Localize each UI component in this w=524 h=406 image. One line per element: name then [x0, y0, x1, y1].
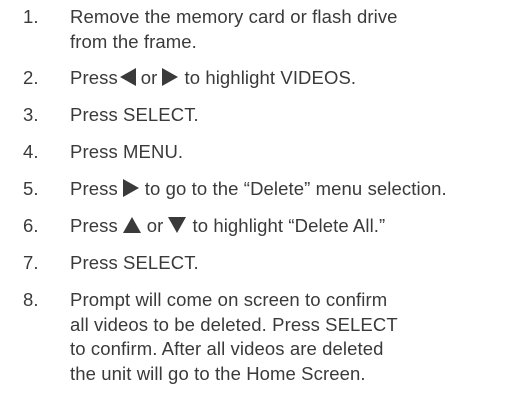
step-text-part: Press [70, 178, 118, 199]
step-text: Press SELECT. [70, 104, 199, 125]
step-number: 2. [23, 67, 39, 88]
up-triangle-icon [122, 217, 141, 234]
step-text-line: all videos to be deleted. Press SELECT [70, 313, 398, 335]
step-number: 7. [23, 252, 39, 273]
step-text: Prompt will come on screen to confirm al… [70, 288, 398, 386]
step-text: Remove the memory card or flash drive fr… [70, 5, 398, 54]
left-triangle-icon [119, 68, 136, 87]
step-text-line: Remove the memory card or flash drive [70, 6, 398, 27]
step-text: Press SELECT. [70, 252, 199, 273]
step-text-part: or [146, 215, 164, 236]
step-text-line: to confirm. After all videos are deleted [70, 338, 384, 359]
step-number: 5. [23, 178, 39, 199]
step-text: Press to go to the “Delete” menu selectio… [70, 177, 447, 202]
step-text-line: from the frame. [70, 30, 197, 52]
step-text: Press or to highlight VIDEOS. [70, 66, 356, 91]
step-text-part: Press [70, 215, 118, 236]
step-number: 4. [23, 141, 39, 162]
right-triangle-icon [122, 179, 139, 198]
step-number: 3. [23, 104, 39, 125]
right-triangle-icon [162, 68, 179, 87]
step-text-part: to highlight “Delete All.” [192, 215, 386, 236]
step-number: 1. [23, 6, 39, 27]
step-text-line: Prompt will come on screen to confirm [70, 289, 388, 310]
step-text-part: Press [70, 67, 118, 88]
step-text-part: or [140, 67, 158, 88]
step-text-part: to go to the “Delete” menu selection. [144, 178, 447, 199]
step-text: Press MENU. [70, 141, 184, 162]
step-text-line: the unit will go to the Home Screen. [70, 362, 366, 384]
step-number: 8. [23, 289, 39, 310]
step-number: 6. [23, 215, 39, 236]
step-text: Press or to highlight “Delete All.” [70, 214, 385, 239]
step-text-part: to highlight VIDEOS. [184, 67, 357, 88]
instruction-list: 1. Remove the memory card or flash drive… [0, 0, 524, 406]
down-triangle-icon [168, 217, 187, 234]
